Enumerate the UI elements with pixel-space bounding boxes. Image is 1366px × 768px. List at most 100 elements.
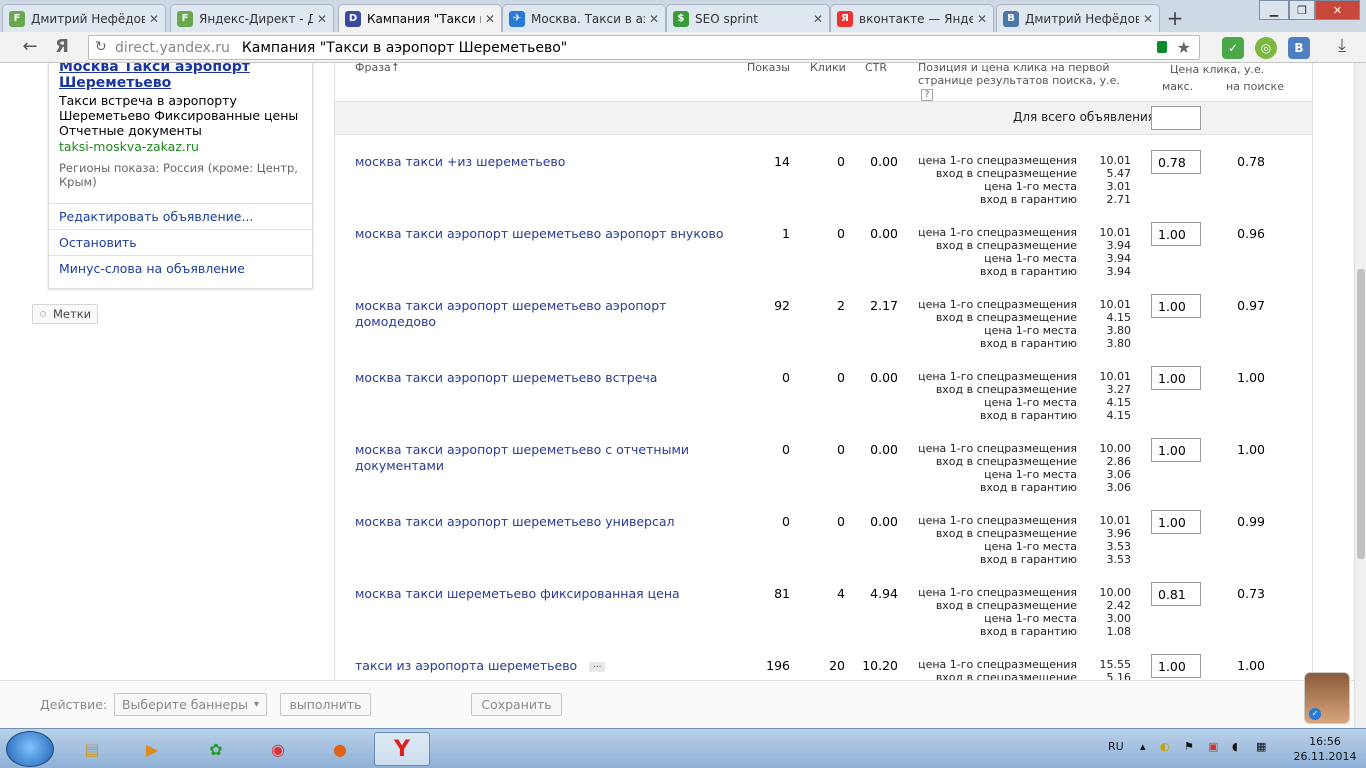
position-label: цена 1-го места [984, 540, 1077, 553]
help-icon[interactable]: ? [921, 89, 933, 101]
max-bid-input[interactable]: 1.00 [1151, 510, 1201, 534]
icq-icon[interactable]: ✿ [188, 732, 244, 766]
header-phrase[interactable]: Фраза↑ [355, 63, 400, 74]
phrase-link[interactable]: москва такси шереметьево фиксированная ц… [355, 586, 725, 602]
tab[interactable]: B Дмитрий Нефёдов ✕ [996, 4, 1160, 32]
explorer-icon[interactable]: ▤ [64, 732, 120, 766]
position-price: 4.15 [1106, 409, 1132, 422]
shows-cell: 0 [782, 370, 790, 385]
vertical-scrollbar[interactable] [1354, 63, 1366, 728]
minimize-button[interactable]: ▁ [1259, 0, 1289, 20]
volume-icon[interactable]: ◖ [1232, 740, 1238, 753]
tab[interactable]: Явконтакте — Яндекс ✕ [830, 4, 994, 32]
yandex-browser-icon[interactable]: Y [374, 732, 430, 766]
position-price: 10.01 [1099, 298, 1132, 311]
max-bid-input[interactable]: 1.00 [1151, 294, 1201, 318]
green-extension-icon[interactable]: ◎ [1255, 37, 1277, 59]
close-tab-icon[interactable]: ✕ [149, 12, 159, 26]
position-price: 3.27 [1106, 383, 1132, 396]
position-label: цена 1-го спецразмещения [918, 226, 1077, 239]
phrase-text: москва такси аэропорт шереметьево с отче… [355, 442, 690, 473]
tab[interactable]: $ SEO sprint ✕ [666, 4, 830, 32]
close-tab-icon[interactable]: ✕ [1143, 12, 1153, 26]
phrase-link[interactable]: москва такси аэропорт шереметьево встреч… [355, 370, 725, 386]
plane-icon: ✈ [509, 10, 525, 27]
select-banners-dropdown[interactable]: Выберите баннеры ▾ [114, 693, 267, 716]
lock-icon [1157, 41, 1167, 53]
download-icon[interactable]: ⤓ [1330, 35, 1354, 56]
max-bid-input[interactable]: 1.00 [1151, 438, 1201, 462]
tab[interactable]: F Дмитрий Нефёдов [ва ✕ [2, 4, 166, 32]
shows-cell: 196 [766, 658, 790, 673]
position-label: цена 1-го места [984, 396, 1077, 409]
all-ad-price-input[interactable] [1151, 106, 1201, 130]
reload-icon[interactable]: ↻ [95, 39, 107, 55]
bookmark-star-icon[interactable]: ★ [1177, 38, 1191, 57]
media-player-icon[interactable]: ▶ [124, 732, 180, 766]
header-clicks[interactable]: Клики [810, 63, 846, 74]
flag-icon[interactable]: ⚑ [1184, 740, 1194, 753]
position-price: 1.08 [1106, 625, 1132, 638]
table-row: москва такси аэропорт шереметьево встреч… [0, 366, 1354, 442]
position-label: вход в гарантию [979, 553, 1077, 566]
network-icon[interactable]: ▦ [1256, 740, 1266, 753]
tab[interactable]: ✈ Москва. Такси в аэроп ✕ [502, 4, 666, 32]
save-button[interactable]: Сохранить [471, 693, 562, 716]
show-hidden-icons-icon[interactable]: ▴ [1140, 740, 1146, 753]
yandex-logo-icon[interactable]: Я [50, 36, 74, 57]
phrase-link[interactable]: москва такси +из шереметьево [355, 154, 725, 170]
max-bid-input[interactable]: 1.00 [1151, 366, 1201, 390]
tray-app-icon[interactable]: ◐ [1160, 740, 1170, 753]
scrollbar-thumb[interactable] [1357, 269, 1365, 559]
firefox-icon[interactable]: ● [312, 732, 368, 766]
table-row: москва такси аэропорт шереметьево аэропо… [0, 222, 1354, 298]
phrase-link[interactable]: москва такси аэропорт шереметьево аэропо… [355, 298, 725, 330]
header-price: Цена клика, у.е. [1170, 63, 1265, 76]
position-price: 3.01 [1106, 180, 1132, 193]
close-tab-icon[interactable]: ✕ [317, 12, 327, 26]
start-button[interactable] [6, 731, 54, 767]
max-bid-input[interactable]: 1.00 [1151, 654, 1201, 678]
address-bar-row: ← Я ↻ direct.yandex.ru Кампания "Такси в… [0, 32, 1366, 63]
phrase-link[interactable]: такси из аэропорта шереметьево... [355, 658, 725, 674]
header-ctr[interactable]: CTR [865, 63, 887, 74]
position-label: вход в гарантию [979, 481, 1077, 494]
phrase-text: москва такси аэропорт шереметьево аэропо… [355, 298, 667, 329]
url-field[interactable]: ↻ direct.yandex.ru Кампания "Такси в аэр… [88, 35, 1200, 60]
support-avatar[interactable]: ✓ [1304, 672, 1350, 724]
vk-extension-icon[interactable]: B [1288, 37, 1310, 59]
clicks-cell: 2 [837, 298, 845, 313]
close-tab-icon[interactable]: ✕ [485, 12, 495, 26]
header-shows[interactable]: Показы [747, 63, 790, 74]
clicks-cell: 0 [837, 442, 845, 457]
chrome-icon[interactable]: ◉ [250, 732, 306, 766]
max-bid-input[interactable]: 1.00 [1151, 222, 1201, 246]
search-price-cell: 0.73 [1237, 586, 1265, 601]
max-bid-input[interactable]: 0.78 [1151, 150, 1201, 174]
position-label: вход в спецразмещение [935, 671, 1077, 680]
tab[interactable]: F Яндекс-Директ - Дмит ✕ [170, 4, 334, 32]
close-tab-icon[interactable]: ✕ [977, 12, 987, 26]
position-label: цена 1-го места [984, 252, 1077, 265]
tray-security-icon[interactable]: ▣ [1208, 740, 1218, 753]
close-tab-icon[interactable]: ✕ [813, 12, 823, 26]
phrase-link[interactable]: москва такси аэропорт шереметьево аэропо… [355, 226, 725, 242]
tab[interactable]: D Кампания "Такси в а ✕ [338, 4, 502, 32]
url-domain: direct.yandex.ru [115, 39, 230, 56]
shield-extension-icon[interactable]: ✓ [1222, 37, 1244, 59]
ad-title-link[interactable]: Москва Такси аэропорт Шереметьево [59, 63, 299, 91]
tab-label: Дмитрий Нефёдов [1025, 11, 1139, 26]
max-bid-input[interactable]: 0.81 [1151, 582, 1201, 606]
new-tab-button[interactable]: + [1164, 6, 1186, 30]
maximize-button[interactable]: ❐ [1289, 0, 1315, 20]
back-arrow-icon[interactable]: ← [18, 36, 42, 57]
clock[interactable]: 16:56 26.11.2014 [1290, 734, 1360, 764]
run-button[interactable]: выполнить [280, 693, 371, 716]
phrase-link[interactable]: москва такси аэропорт шереметьево с отче… [355, 442, 725, 474]
close-window-button[interactable]: ✕ [1315, 0, 1360, 20]
position-price: 5.47 [1106, 167, 1132, 180]
more-menu-button[interactable]: ... [589, 660, 606, 672]
close-tab-icon[interactable]: ✕ [649, 12, 659, 26]
phrase-link[interactable]: москва такси аэропорт шереметьево универ… [355, 514, 725, 530]
language-indicator[interactable]: RU [1108, 740, 1124, 753]
